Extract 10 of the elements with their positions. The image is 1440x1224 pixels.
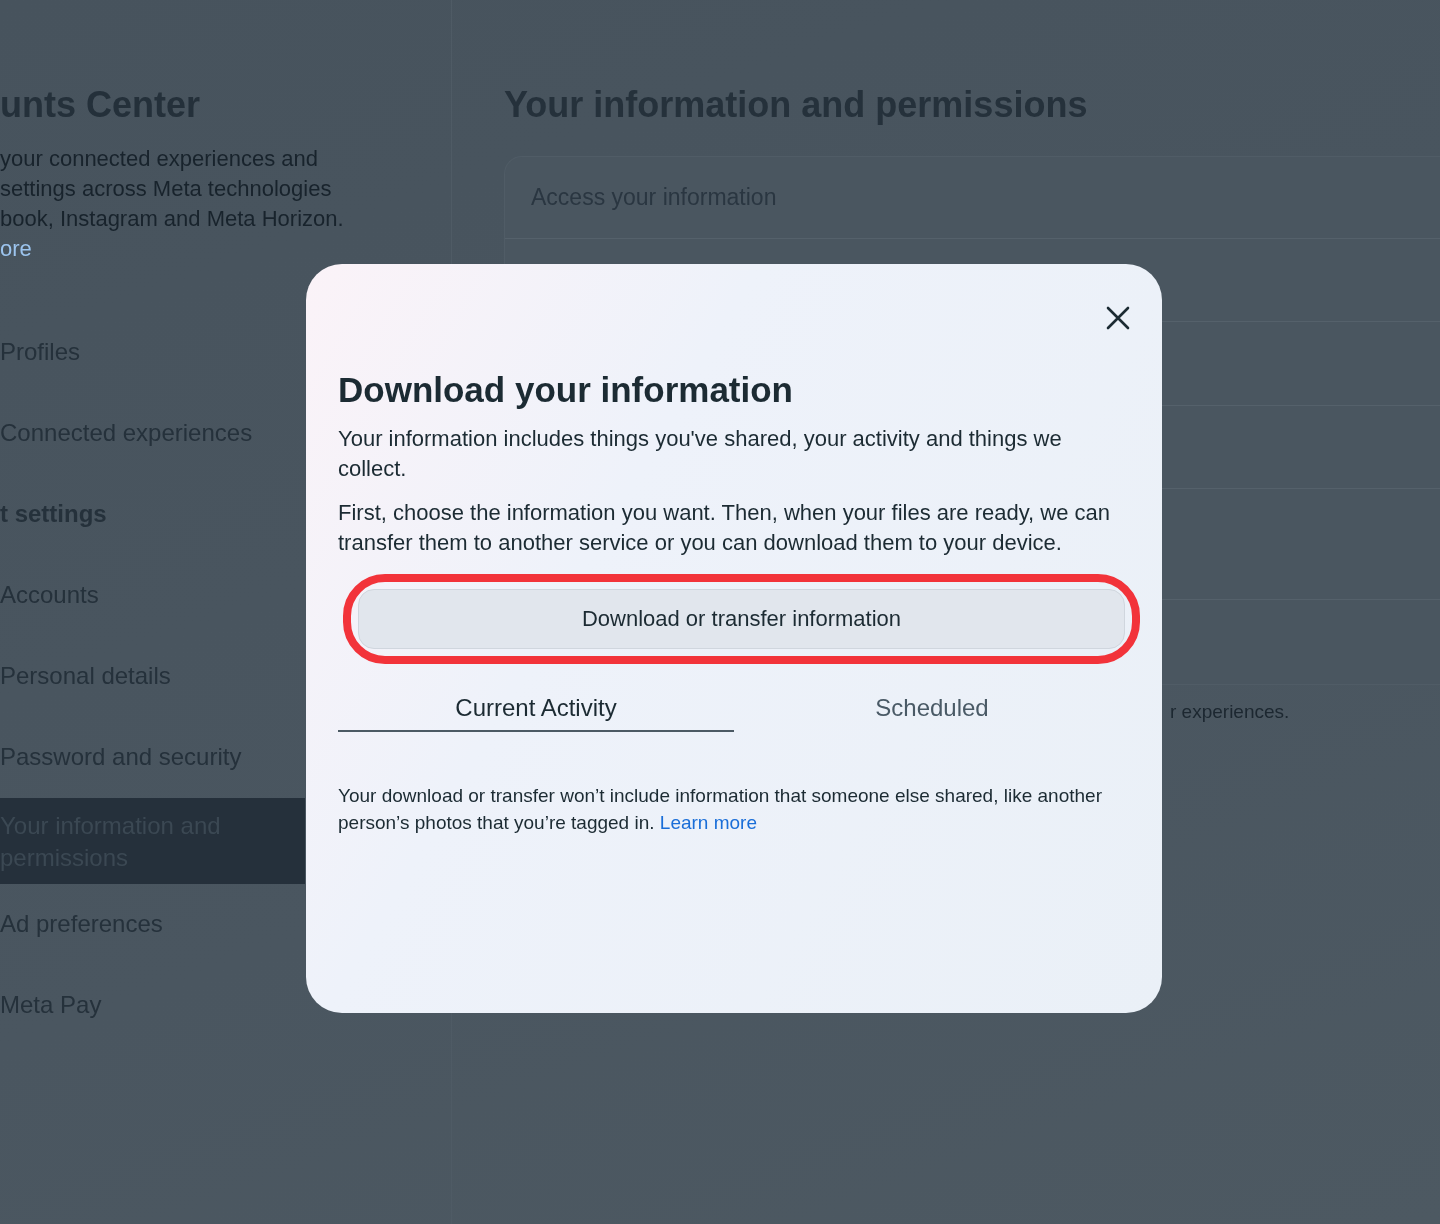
- learn-more-link[interactable]: ore: [0, 234, 451, 264]
- download-button[interactable]: Download or transfer information: [358, 589, 1125, 649]
- close-icon: [1106, 306, 1130, 330]
- tab[interactable]: Scheduled: [734, 686, 1130, 732]
- dialog-title: Download your information: [338, 370, 794, 410]
- tab[interactable]: Current Activity: [338, 686, 734, 732]
- learn-more-link[interactable]: Learn more: [659, 812, 757, 833]
- dialog-text: First, choose the information you want. Then, when your files are ready, we can transfer them to another service or you can download them to your device.: [338, 499, 1112, 557]
- dialog-text: Your information includes things you've shared, your activity and things we collect.: [338, 425, 1063, 483]
- footnote: Your download or transfer won’t include information that someone else shared, like another person’s photos that you’re tagged in. Learn more: [338, 784, 1103, 835]
